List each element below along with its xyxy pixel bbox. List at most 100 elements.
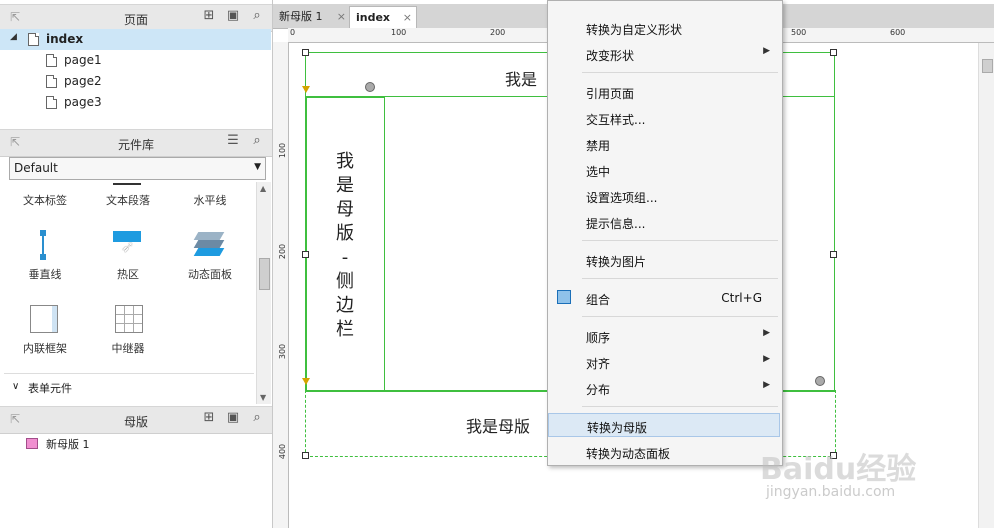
- menu-item-distribute[interactable]: 分布 ▶: [548, 376, 780, 400]
- master-item[interactable]: 新母版 1: [0, 433, 271, 454]
- sidebar-char: 版: [336, 223, 354, 244]
- menu-item-change-shape[interactable]: 改变形状 ▶: [548, 42, 780, 66]
- text-paragraph-icon: [113, 183, 141, 185]
- menu-item-convert-custom-shape[interactable]: 转换为自定义形状: [548, 16, 780, 40]
- sidebar-char: 母: [336, 199, 354, 220]
- menu-item-convert-image[interactable]: 转换为图片: [548, 248, 780, 272]
- menu-item-convert-master[interactable]: 转换为母版: [548, 413, 780, 437]
- lib-text-paragraph[interactable]: 文本段落: [88, 192, 168, 208]
- lib-vertical-line[interactable]: 垂直线: [5, 266, 85, 282]
- submenu-arrow-icon: ▶: [763, 354, 770, 364]
- tree-item-label: page2: [64, 74, 102, 88]
- menu-separator: [582, 316, 778, 317]
- divider: [4, 373, 254, 374]
- add-folder-icon[interactable]: ▣: [226, 9, 240, 23]
- vertical-line-icon-cap: [40, 254, 46, 260]
- lib-text-label[interactable]: 文本标签: [5, 192, 85, 208]
- menu-item-ref-page[interactable]: 引用页面: [548, 80, 780, 104]
- tree-item-page2[interactable]: page2: [0, 71, 271, 92]
- rotate-handle[interactable]: [365, 82, 375, 92]
- tree-item-label: page3: [64, 95, 102, 109]
- expand-arrow-icon[interactable]: ◢: [10, 32, 17, 42]
- menu-item-label: 转换为动态面板: [586, 447, 671, 461]
- menu-item-label: 设置选项组...: [586, 191, 658, 205]
- chevron-down-icon[interactable]: ∨: [12, 381, 19, 392]
- tab-master[interactable]: 新母版 1 ×: [273, 6, 348, 28]
- page-icon: [46, 54, 57, 67]
- search-icon[interactable]: ⌕: [250, 411, 264, 425]
- scroll-up-icon[interactable]: ▲: [260, 184, 266, 193]
- resize-handle[interactable]: [302, 251, 309, 258]
- ruler-label: 200: [278, 243, 288, 260]
- tree-item-page1[interactable]: page1: [0, 50, 271, 71]
- lib-dynamic-panel[interactable]: 动态面板: [170, 266, 250, 282]
- masters-panel-header: ⇱ 母版 ⊞ ▣ ⌕: [0, 406, 272, 434]
- search-icon[interactable]: ⌕: [250, 9, 264, 23]
- menu-separator: [582, 72, 778, 73]
- sidebar-char: 边: [336, 295, 354, 316]
- menu-item-label: 转换为图片: [586, 255, 647, 269]
- submenu-arrow-icon: ▶: [763, 380, 770, 390]
- menu-item-label: 改变形状: [586, 49, 635, 63]
- dynamic-panel-icon-layer: [193, 248, 225, 256]
- library-group-forms[interactable]: 表单元件: [28, 380, 72, 396]
- tree-item-page3[interactable]: page3: [0, 92, 271, 113]
- ruler-label: 0: [290, 28, 296, 37]
- inline-frame-icon: [30, 305, 58, 333]
- tree-item-label: index: [46, 32, 84, 46]
- menu-item-shortcut: Ctrl+G: [721, 291, 762, 305]
- lib-inline-frame[interactable]: 内联框架: [5, 340, 85, 356]
- chevron-down-icon: ▼: [254, 162, 261, 172]
- library-dropdown[interactable]: Default ▼: [9, 157, 266, 180]
- scrollbar-thumb[interactable]: [982, 59, 993, 73]
- guide-marker-icon: [302, 378, 310, 385]
- resize-handle[interactable]: [302, 49, 309, 56]
- close-icon[interactable]: ×: [403, 7, 412, 29]
- menu-item-tooltip[interactable]: 提示信息...: [548, 210, 780, 234]
- sidebar-char: -: [341, 247, 349, 268]
- menu-separator: [582, 278, 778, 279]
- library-scrollbar[interactable]: ▲ ▼: [256, 182, 271, 404]
- watermark-brand: Baidu经验: [760, 452, 917, 487]
- menu-item-label: 禁用: [586, 139, 611, 153]
- dynamic-panel-icon: [193, 232, 225, 240]
- resize-handle[interactable]: [830, 251, 837, 258]
- menu-icon[interactable]: ☰: [226, 134, 240, 148]
- menu-item-disable[interactable]: 禁用: [548, 132, 780, 156]
- menu-item-option-group[interactable]: 设置选项组...: [548, 184, 780, 208]
- submenu-arrow-icon: ▶: [763, 328, 770, 338]
- tree-item-index[interactable]: ◢ index: [0, 29, 271, 50]
- context-menu: 转换为自定义形状 改变形状 ▶ 引用页面 交互样式... 禁用 选中 设置选项组.…: [547, 0, 783, 466]
- scroll-down-icon[interactable]: ▼: [260, 393, 266, 402]
- add-folder-icon[interactable]: ▣: [226, 411, 240, 425]
- header-text: 我是: [505, 70, 538, 89]
- ruler-label: 200: [490, 28, 506, 37]
- watermark-url: jingyan.baidu.com: [766, 484, 896, 500]
- tab-index[interactable]: index ×: [349, 6, 417, 29]
- menu-item-order[interactable]: 顺序 ▶: [548, 324, 780, 348]
- add-master-icon[interactable]: ⊞: [202, 411, 216, 425]
- add-page-icon[interactable]: ⊞: [202, 9, 216, 23]
- menu-item-label: 选中: [586, 165, 611, 179]
- menu-item-interaction-style[interactable]: 交互样式...: [548, 106, 780, 130]
- resize-handle[interactable]: [830, 49, 837, 56]
- search-icon[interactable]: ⌕: [250, 134, 264, 148]
- resize-handle[interactable]: [302, 452, 309, 459]
- scrollbar-thumb[interactable]: [259, 258, 270, 290]
- page-icon: [28, 33, 39, 46]
- menu-item-align[interactable]: 对齐 ▶: [548, 350, 780, 374]
- menu-item-group[interactable]: 组合 Ctrl+G: [548, 286, 780, 310]
- ruler-label: 500: [791, 28, 807, 37]
- menu-item-select[interactable]: 选中: [548, 158, 780, 182]
- close-icon[interactable]: ×: [337, 6, 346, 28]
- lib-hotspot[interactable]: 热区: [88, 266, 168, 282]
- vertical-ruler: 100 200 300 400: [273, 42, 289, 528]
- lib-repeater[interactable]: 中继器: [88, 340, 168, 356]
- canvas-scrollbar[interactable]: [978, 43, 994, 528]
- rotate-handle[interactable]: [815, 376, 825, 386]
- lib-horizontal-line[interactable]: 水平线: [170, 192, 250, 208]
- menu-item-convert-dynamic-panel[interactable]: 转换为动态面板: [548, 440, 780, 464]
- menu-item-label: 转换为自定义形状: [586, 23, 683, 37]
- group-icon: [557, 290, 571, 304]
- menu-item-label: 对齐: [586, 357, 611, 371]
